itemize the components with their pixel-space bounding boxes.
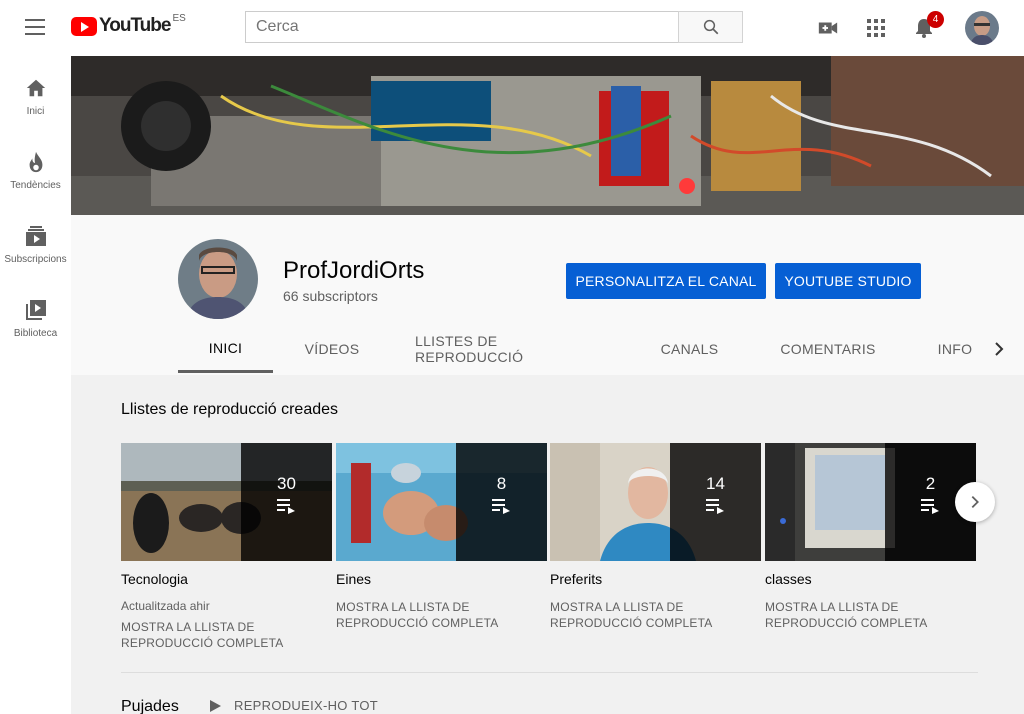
playlist-card[interactable]: 14 Preferits MOSTRA LA LLISTA DE REPRODU… [550, 443, 761, 631]
sidebar-item-label: Subscripcions [4, 254, 67, 265]
library-icon [24, 298, 48, 322]
channel-tabs: INICI VÍDEOS LLISTES DE REPRODUCCIÓ CANA… [71, 325, 1024, 375]
playlist-thumbnail[interactable]: 8 [336, 443, 547, 561]
video-count: 2 [925, 473, 936, 493]
apps-grid-icon[interactable] [864, 16, 888, 40]
playlist-updated: Actualitzada ahir [121, 599, 210, 613]
home-icon [24, 76, 48, 100]
video-count: 30 [277, 473, 296, 493]
tab-videos[interactable]: VÍDEOS [287, 325, 377, 373]
search-input[interactable] [245, 11, 678, 43]
playlist-icon [491, 498, 512, 519]
logo-region: ES [172, 12, 186, 24]
tab-comments[interactable]: COMENTARIS [773, 325, 883, 373]
playlist-thumbnail[interactable]: 2 [765, 443, 976, 561]
view-full-playlist-link[interactable]: MOSTRA LA LLISTA DE REPRODUCCIÓ COMPLETA [765, 599, 935, 631]
section-divider [121, 672, 978, 673]
playlist-card[interactable]: 8 Eines MOSTRA LA LLISTA DE REPRODUCCIÓ … [336, 443, 547, 631]
playlist-title[interactable]: Eines [336, 571, 547, 587]
sidebar: Inici Tendències Subscripcions Bibliotec… [0, 56, 71, 714]
video-count: 8 [496, 473, 507, 493]
playlist-thumbnail[interactable]: 14 [550, 443, 761, 561]
channel-content: Llistes de reproducció creades 30 Tecnol… [71, 375, 1024, 714]
playlist-icon [705, 498, 726, 519]
create-video-icon[interactable] [816, 16, 840, 40]
tabs-next-arrow-icon[interactable] [989, 339, 1009, 359]
sidebar-item-home[interactable]: Inici [0, 56, 71, 130]
tab-home[interactable]: INICI [178, 325, 273, 373]
playlists-section-title[interactable]: Llistes de reproducció creades [121, 401, 338, 419]
notification-count-badge: 4 [927, 11, 944, 28]
search-icon [703, 19, 718, 35]
uploads-section-title[interactable]: Pujades [121, 698, 179, 714]
playlist-count-overlay: 30 [241, 443, 332, 561]
playlist-icon [276, 498, 297, 519]
playlist-title[interactable]: Preferits [550, 571, 761, 587]
subscriber-count: 66 subscriptors [283, 288, 378, 304]
sidebar-item-label: Tendències [10, 180, 61, 191]
customize-channel-button[interactable]: PERSONALITZA EL CANAL [566, 263, 766, 299]
play-all-button[interactable]: REPRODUEIX-HO TOT [208, 698, 378, 713]
top-bar: YouTube ES 4 [0, 0, 1024, 56]
menu-icon[interactable] [25, 19, 45, 35]
tab-channels[interactable]: CANALS [647, 325, 732, 373]
view-full-playlist-link[interactable]: MOSTRA LA LLISTA DE REPRODUCCIÓ COMPLETA [550, 599, 720, 631]
youtube-play-icon [71, 16, 97, 36]
channel-header: ProfJordiOrts 66 subscriptors PERSONALIT… [71, 215, 1024, 375]
play-icon [210, 699, 221, 712]
search-bar [245, 11, 743, 43]
tab-playlists[interactable]: LLISTES DE REPRODUCCIÓ [415, 325, 605, 373]
playlist-thumbnail[interactable]: 30 [121, 443, 332, 561]
sidebar-item-trending[interactable]: Tendències [0, 130, 71, 204]
subscriptions-icon [24, 224, 48, 248]
logo-text: YouTube [99, 15, 171, 36]
view-full-playlist-link[interactable]: MOSTRA LA LLISTA DE REPRODUCCIÓ COMPLETA [336, 599, 506, 631]
chevron-right-icon [971, 495, 979, 509]
search-button[interactable] [678, 11, 743, 43]
view-full-playlist-link[interactable]: MOSTRA LA LLISTA DE REPRODUCCIÓ COMPLETA [121, 619, 291, 651]
play-all-label: REPRODUEIX-HO TOT [234, 698, 379, 713]
playlist-title[interactable]: classes [765, 571, 976, 587]
sidebar-item-label: Biblioteca [13, 328, 58, 339]
video-count: 14 [706, 473, 725, 493]
sidebar-item-subscriptions[interactable]: Subscripcions [0, 204, 71, 278]
tab-about[interactable]: INFO [929, 325, 981, 373]
playlist-icon [920, 498, 941, 519]
account-avatar[interactable] [965, 11, 999, 45]
youtube-logo[interactable]: YouTube ES [71, 12, 186, 37]
sidebar-item-label: Inici [26, 106, 45, 117]
playlist-count-overlay: 8 [456, 443, 547, 561]
playlist-card[interactable]: 30 Tecnologia Actualitzada ahir MOSTRA L… [121, 443, 332, 651]
trending-icon [24, 150, 48, 174]
playlist-count-overlay: 14 [670, 443, 761, 561]
shelf-next-button[interactable] [955, 482, 995, 522]
playlist-title[interactable]: Tecnologia [121, 571, 332, 587]
youtube-studio-button[interactable]: YOUTUBE STUDIO [775, 263, 921, 299]
playlist-card[interactable]: 2 classes MOSTRA LA LLISTA DE REPRODUCCI… [765, 443, 976, 631]
sidebar-item-library[interactable]: Biblioteca [0, 278, 71, 352]
channel-name: ProfJordiOrts [283, 257, 425, 284]
channel-avatar[interactable] [178, 239, 258, 319]
channel-banner [71, 56, 1024, 215]
